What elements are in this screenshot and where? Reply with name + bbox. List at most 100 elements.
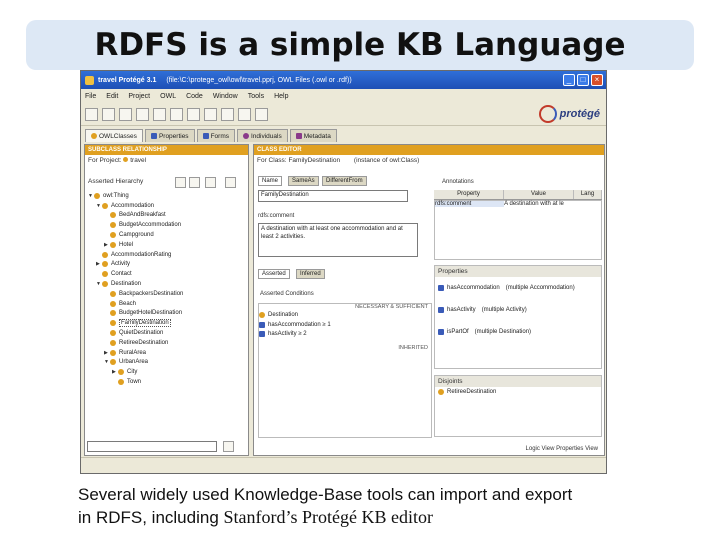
class-tree-item[interactable]: BudgetAccommodation bbox=[85, 220, 248, 230]
class-search-input[interactable] bbox=[87, 441, 217, 452]
individual-icon bbox=[242, 133, 249, 139]
check-consistency-icon[interactable] bbox=[255, 108, 268, 121]
property-icon bbox=[438, 329, 444, 335]
new-project-icon[interactable] bbox=[85, 108, 98, 121]
class-icon bbox=[110, 241, 116, 248]
reasoner-icon[interactable] bbox=[221, 108, 234, 121]
class-tree-item[interactable]: ▼ Accommodation bbox=[85, 201, 248, 211]
class-tree-item[interactable]: ▼ Destination bbox=[85, 279, 248, 289]
class-tree-item[interactable]: ▼ owl:Thing bbox=[85, 191, 248, 201]
class-icon bbox=[110, 310, 116, 317]
class-icon bbox=[110, 232, 116, 239]
class-tree-item[interactable]: ▶ Activity bbox=[85, 260, 248, 270]
window-titlebar[interactable]: travel Protégé 3.1 (file:\C:\protege_owl… bbox=[81, 71, 606, 89]
copy-icon[interactable] bbox=[153, 108, 166, 121]
class-name-input[interactable]: FamilyDestination bbox=[258, 190, 408, 202]
annotations-label: Annotations bbox=[442, 179, 474, 185]
class-icon bbox=[102, 261, 108, 268]
property-icon bbox=[438, 307, 444, 313]
close-icon[interactable]: × bbox=[591, 74, 603, 86]
class-tree-item[interactable]: ▶ Hotel bbox=[85, 240, 248, 250]
class-icon bbox=[110, 222, 116, 229]
metadata-icon bbox=[295, 133, 302, 139]
comment-label: rdfs:comment bbox=[258, 213, 295, 219]
class-tree-item[interactable]: BackpackersDestination bbox=[85, 289, 248, 299]
menu-tools[interactable]: Tools bbox=[248, 93, 264, 100]
tab-forms[interactable]: Forms bbox=[196, 129, 235, 142]
project-icon bbox=[123, 157, 129, 162]
condition-row[interactable]: hasActivity ≥ 2 bbox=[259, 330, 431, 340]
class-tree-item[interactable]: Contact bbox=[85, 269, 248, 279]
property-name: hasActivity bbox=[447, 307, 476, 313]
property-row[interactable]: isPartOf (multiple Destination) bbox=[435, 321, 601, 343]
condition-row[interactable]: Destination bbox=[259, 310, 431, 320]
tab-metadata[interactable]: Metadata bbox=[289, 129, 337, 142]
class-icon bbox=[118, 379, 124, 386]
class-tree-item[interactable]: ▶ RuralArea bbox=[85, 348, 248, 358]
maximize-icon[interactable]: □ bbox=[577, 74, 589, 86]
cut-icon[interactable] bbox=[136, 108, 149, 121]
window-path: (file:\C:\protege_owl\owl\travel.pprj, O… bbox=[166, 76, 352, 84]
list-item[interactable]: RetireeDestination bbox=[435, 387, 601, 397]
tab-name[interactable]: Name bbox=[258, 176, 283, 186]
menu-owl[interactable]: OWL bbox=[160, 93, 176, 100]
class-tree-label: BedAndBreakfast bbox=[119, 212, 166, 219]
class-tree-item[interactable]: QuietDestination bbox=[85, 328, 248, 338]
class-tree-item[interactable]: ▶ City bbox=[85, 367, 248, 377]
tab-asserted[interactable]: Asserted bbox=[258, 269, 290, 279]
tab-inferred[interactable]: Inferred bbox=[296, 269, 325, 279]
class-tree-item[interactable]: BudgetHotelDestination bbox=[85, 309, 248, 319]
classify-icon[interactable] bbox=[238, 108, 251, 121]
menu-help[interactable]: Help bbox=[274, 93, 288, 100]
menu-project[interactable]: Project bbox=[128, 93, 150, 100]
class-tree-item[interactable]: ▼ UrbanArea bbox=[85, 358, 248, 368]
save-project-icon[interactable] bbox=[119, 108, 132, 121]
property-row[interactable]: hasAccommodation (multiple Accommodation) bbox=[435, 277, 601, 299]
table-row[interactable]: rdfs:comment A destination with at le bbox=[435, 201, 601, 207]
menu-edit[interactable]: Edit bbox=[106, 93, 118, 100]
find-class-icon[interactable] bbox=[225, 177, 236, 188]
paste-icon[interactable] bbox=[170, 108, 183, 121]
menu-code[interactable]: Code bbox=[186, 93, 203, 100]
class-tree-item[interactable]: BedAndBreakfast bbox=[85, 211, 248, 221]
annotations-table: rdfs:comment A destination with at le bbox=[434, 200, 602, 260]
property-name: hasAccommodation bbox=[447, 285, 500, 291]
class-tree-item[interactable]: Campground bbox=[85, 230, 248, 240]
minimize-icon[interactable]: _ bbox=[563, 74, 575, 86]
create-subclass-icon[interactable] bbox=[175, 177, 186, 188]
class-tree-item[interactable]: Beach bbox=[85, 299, 248, 309]
class-tree-item[interactable]: Town bbox=[85, 377, 248, 387]
property-row[interactable]: hasActivity (multiple Activity) bbox=[435, 299, 601, 321]
class-icon bbox=[110, 359, 116, 366]
for-project-row: For Project: travel bbox=[88, 157, 147, 164]
menu-window[interactable]: Window bbox=[213, 93, 238, 100]
tab-owlclasses[interactable]: OWLClasses bbox=[85, 129, 143, 142]
class-tree-label: Beach bbox=[119, 300, 137, 307]
search-icon[interactable] bbox=[223, 441, 234, 452]
class-tree-item[interactable]: RetireeDestination bbox=[85, 338, 248, 348]
property-icon bbox=[150, 133, 157, 139]
class-icon bbox=[110, 320, 116, 327]
delete-class-icon[interactable] bbox=[205, 177, 216, 188]
subclass-panel-header: SUBCLASS RELATIONSHIP bbox=[85, 145, 248, 155]
class-tree-item[interactable]: AccommodationRating bbox=[85, 250, 248, 260]
condition-row[interactable]: hasAccommodation ≥ 1 bbox=[259, 320, 431, 330]
class-editor-panel: CLASS EDITOR For Class: FamilyDestinatio… bbox=[253, 144, 605, 456]
tab-individuals[interactable]: Individuals bbox=[236, 129, 288, 142]
class-tree-label: City bbox=[127, 369, 138, 376]
tab-properties[interactable]: Properties bbox=[144, 129, 195, 142]
caption-line-2: in RDFS, including Stanford’s Protégé KB… bbox=[78, 507, 433, 527]
open-project-icon[interactable] bbox=[102, 108, 115, 121]
class-tree-label: RetireeDestination bbox=[119, 339, 169, 346]
annotations-header: Property Value Lang bbox=[434, 190, 602, 200]
menu-file[interactable]: File bbox=[85, 93, 96, 100]
tab-sameas[interactable]: SameAs bbox=[288, 176, 319, 186]
comment-textarea[interactable]: A destination with at least one accommod… bbox=[258, 223, 418, 257]
view-toggle[interactable]: Logic View Properties View bbox=[526, 446, 598, 452]
tab-differentfrom[interactable]: DifferentFrom bbox=[322, 176, 367, 186]
create-sibling-icon[interactable] bbox=[189, 177, 200, 188]
class-tree-item[interactable]: FamilyDestination bbox=[85, 318, 248, 329]
undo-icon[interactable] bbox=[187, 108, 200, 121]
redo-icon[interactable] bbox=[204, 108, 217, 121]
restriction-icon bbox=[259, 321, 265, 328]
